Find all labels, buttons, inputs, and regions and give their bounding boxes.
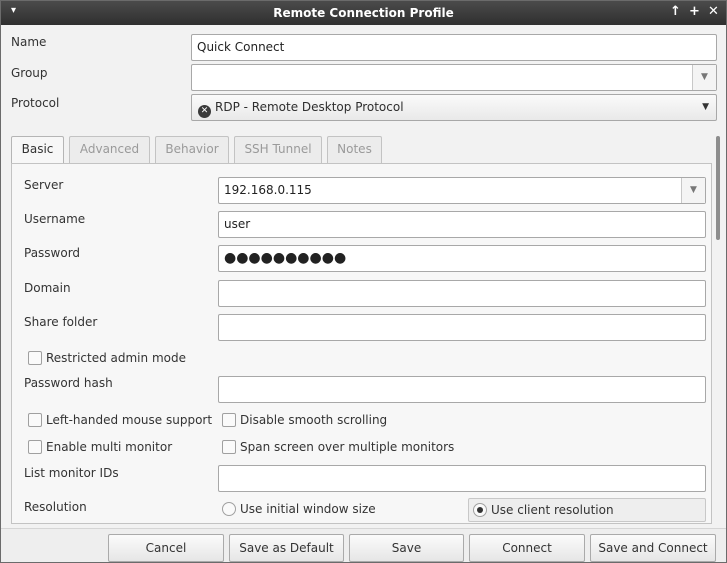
basic-tab-panel: Server 192.168.0.115 ▼ Username user Pas… [11,163,712,524]
panel-scrollbar[interactable] [715,136,721,524]
disable-smooth-scrolling-checkbox[interactable]: Disable smooth scrolling [222,411,387,429]
close-icon[interactable]: ✕ [708,4,719,19]
resolution-client-label: Use client resolution [491,503,614,517]
username-value: user [224,217,251,231]
scrollbar-thumb[interactable] [716,136,720,240]
monitor-ids-label: List monitor IDs [24,466,119,480]
username-label: Username [24,212,86,226]
chevron-down-icon: ▼ [701,72,708,82]
span-screen-label: Span screen over multiple monitors [240,440,455,454]
resolution-initial-label: Use initial window size [240,502,376,516]
span-screen-checkbox[interactable]: Span screen over multiple monitors [222,438,454,456]
share-folder-input[interactable] [218,314,706,341]
tab-ssh-tunnel[interactable]: SSH Tunnel [234,136,322,163]
cancel-button[interactable]: Cancel [108,534,224,562]
monitor-ids-input[interactable] [218,465,706,492]
dialog-button-bar: Cancel Save as Default Save Connect Save… [1,528,726,562]
domain-input[interactable] [218,280,706,307]
save-as-default-button[interactable]: Save as Default [229,534,344,562]
username-input[interactable]: user [218,211,706,238]
group-combo[interactable]: ▼ [191,64,717,91]
chevron-down-icon: ▼ [702,102,709,112]
window-title: Remote Connection Profile [273,6,454,20]
tab-behavior[interactable]: Behavior [155,136,229,163]
tab-advanced[interactable]: Advanced [69,136,150,163]
group-label: Group [11,66,48,80]
name-value: Quick Connect [197,40,285,54]
resolution-client-radio[interactable]: Use client resolution [468,498,706,522]
checkbox-box [28,440,42,454]
enable-multi-monitor-checkbox[interactable]: Enable multi monitor [28,438,172,456]
left-handed-mouse-checkbox[interactable]: Left-handed mouse support [28,411,212,429]
radio-indicator [222,502,236,516]
server-dropdown-button[interactable]: ▼ [681,178,705,203]
password-value: ●●●●●●●●●● [224,250,347,266]
domain-label: Domain [24,281,71,295]
name-label: Name [11,35,47,49]
group-dropdown-button[interactable]: ▼ [692,65,716,90]
server-value: 192.168.0.115 [224,183,312,197]
server-label: Server [24,178,64,192]
rdp-icon: ✕ [198,105,211,118]
resolution-label: Resolution [24,500,87,514]
chevron-down-icon: ▼ [690,185,697,195]
keep-above-icon[interactable]: ↑ [670,4,681,19]
password-hash-label: Password hash [24,376,113,390]
share-folder-label: Share folder [24,315,98,329]
protocol-value: RDP - Remote Desktop Protocol [215,100,404,114]
password-label: Password [24,246,81,260]
tab-notes[interactable]: Notes [327,136,382,163]
password-hash-input[interactable] [218,376,706,403]
multi-monitor-label: Enable multi monitor [46,440,173,454]
checkbox-box [222,440,236,454]
save-and-connect-button[interactable]: Save and Connect [590,534,716,562]
password-input[interactable]: ●●●●●●●●●● [218,245,706,272]
tab-basic[interactable]: Basic [11,136,64,164]
server-combo[interactable]: 192.168.0.115 ▼ [218,177,706,204]
protocol-select[interactable]: ✕ RDP - Remote Desktop Protocol ▼ [191,94,717,121]
resolution-initial-radio[interactable]: Use initial window size [218,497,376,521]
left-handed-label: Left-handed mouse support [46,413,213,427]
checkbox-box [28,413,42,427]
checkbox-box [222,413,236,427]
maximize-icon[interactable]: + [689,4,700,19]
restricted-admin-checkbox[interactable]: Restricted admin mode [28,349,186,367]
checkbox-box [28,351,42,365]
remote-connection-profile-window: ▾ Remote Connection Profile ↑ + ✕ Name Q… [0,0,727,563]
title-bar[interactable]: ▾ Remote Connection Profile ↑ + ✕ [1,1,726,25]
disable-smooth-label: Disable smooth scrolling [240,413,388,427]
save-button[interactable]: Save [349,534,464,562]
protocol-label: Protocol [11,96,60,110]
restricted-admin-label: Restricted admin mode [46,351,186,365]
name-input[interactable]: Quick Connect [191,34,717,61]
radio-indicator-selected [473,503,487,517]
connect-button[interactable]: Connect [469,534,585,562]
